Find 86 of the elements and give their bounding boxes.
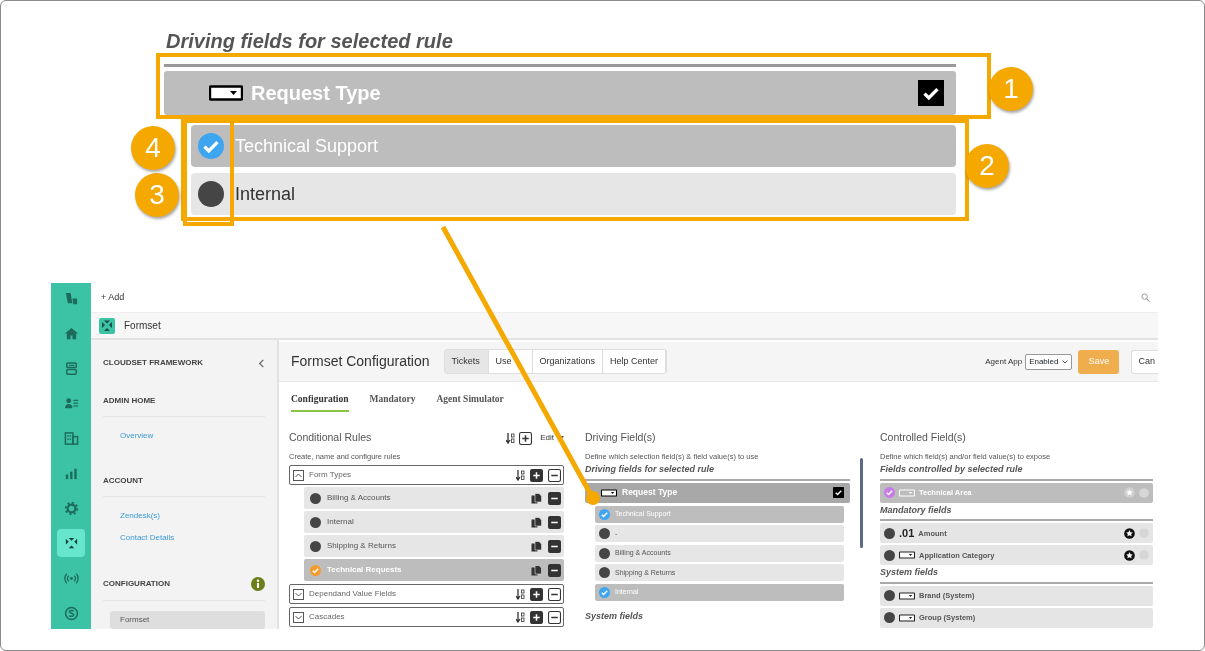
sidebar-link[interactable]: Formset	[110, 611, 265, 629]
brand-name: Formset	[124, 319, 161, 334]
section-heading: CONFIGURATION	[103, 578, 170, 590]
collapse-icon[interactable]	[293, 469, 304, 481]
page-title: Formset Configuration	[291, 352, 430, 371]
copy-icon[interactable]	[531, 540, 542, 552]
remove-icon[interactable]	[548, 515, 561, 529]
rule-group[interactable]: Form Types	[289, 465, 564, 486]
copy-icon[interactable]	[531, 492, 542, 504]
copy-icon[interactable]	[531, 564, 542, 576]
dropdown-icon	[899, 551, 915, 560]
rule-label: Technical Requests	[327, 564, 403, 577]
remove-icon[interactable]	[548, 491, 561, 505]
rule-item[interactable]: Shipping & Returns	[304, 535, 564, 558]
add-icon[interactable]	[519, 431, 533, 445]
add-icon[interactable]	[530, 610, 543, 624]
section-title: Driving fields for selected rule	[585, 463, 716, 477]
rule-label: Billing & Accounts	[327, 492, 392, 505]
tab[interactable]: Mandatory	[369, 392, 416, 413]
step-marker: 2	[965, 144, 1009, 188]
dropdown-icon	[899, 488, 915, 497]
section-title: Mandatory fields	[880, 503, 953, 517]
remove-icon[interactable]	[548, 587, 561, 601]
checkbox-checked[interactable]	[918, 80, 944, 106]
field-label: Request Type	[251, 81, 382, 106]
group-label: Cascades	[309, 611, 346, 624]
section-title: System fields	[585, 609, 645, 623]
remove-icon[interactable]	[548, 610, 561, 624]
remove-icon[interactable]	[548, 539, 561, 553]
dropdown-icon	[601, 488, 617, 497]
arrows-icon[interactable]	[57, 529, 85, 557]
number-prefix: .01	[899, 526, 915, 541]
remove-icon[interactable]	[548, 563, 561, 577]
cancel-button[interactable]: Can	[1131, 349, 1158, 374]
option-label: Internal	[235, 182, 296, 206]
add-link[interactable]: + Add	[101, 290, 125, 305]
section-title: Fields controlled by selected rule	[880, 463, 1024, 477]
sort-icon[interactable]	[516, 469, 525, 481]
group-label: Dependand Value Fields	[309, 588, 398, 601]
dropdown-icon	[899, 591, 915, 600]
star-icon[interactable]	[1124, 527, 1135, 539]
add-icon[interactable]	[530, 468, 543, 482]
option-row[interactable]: Internal	[191, 173, 956, 215]
app-logo-icon	[99, 317, 115, 334]
copy-icon[interactable]	[531, 516, 542, 528]
rule-item[interactable]: Billing & Accounts	[304, 487, 564, 510]
tab[interactable]: Configuration	[291, 392, 349, 413]
edit-menu[interactable]: Edit	[540, 432, 564, 445]
dropdown-icon	[899, 613, 915, 622]
collapse-icon[interactable]	[258, 358, 265, 368]
group-label: Form Types	[309, 469, 353, 482]
dropdown-icon	[209, 85, 243, 101]
caret-icon	[1062, 359, 1069, 364]
remove-icon[interactable]	[548, 468, 561, 482]
tab[interactable]: Tickets	[444, 349, 489, 374]
rule-label: Shipping & Returns	[327, 540, 397, 553]
tab[interactable]: Agent Simulator	[436, 392, 504, 413]
step-marker: 4	[131, 126, 175, 170]
rule-group[interactable]: Dependand Value Fields	[289, 584, 564, 605]
column-title: Controlled Field(s)	[880, 430, 967, 446]
rule-group[interactable]: Cascades	[289, 607, 564, 628]
sort-icon[interactable]	[516, 611, 525, 623]
star-icon[interactable]	[1124, 487, 1135, 499]
field-label: Request Type	[622, 486, 679, 500]
sort-icon[interactable]	[506, 432, 516, 444]
scrollbar[interactable]	[860, 458, 863, 549]
expand-icon[interactable]	[293, 588, 304, 600]
section-title: System fields	[880, 566, 940, 580]
rule-item[interactable]: Internal	[304, 511, 564, 534]
column-title: Conditional Rules	[289, 430, 373, 446]
option-label: Technical Support	[235, 134, 379, 158]
field-label: Agent App	[985, 355, 1023, 368]
step-marker: 1	[989, 67, 1033, 111]
step-marker: 3	[135, 173, 179, 217]
add-icon[interactable]	[530, 587, 543, 601]
expand-icon[interactable]	[293, 611, 304, 623]
section-heading: ACCOUNT	[103, 475, 143, 487]
rule-label: Internal	[327, 516, 355, 529]
sort-icon[interactable]	[516, 588, 525, 600]
star-icon[interactable]	[1124, 549, 1135, 561]
section-title: Driving fields for selected rule	[166, 29, 453, 53]
select-field[interactable]: Enabled	[1025, 353, 1073, 370]
checkbox-checked[interactable]	[833, 487, 844, 499]
section-heading: ADMIN HOME	[103, 395, 156, 407]
sidebar-title: CLOUDSET FRAMEWORK	[103, 357, 203, 369]
column-title: Driving Field(s)	[585, 430, 657, 446]
